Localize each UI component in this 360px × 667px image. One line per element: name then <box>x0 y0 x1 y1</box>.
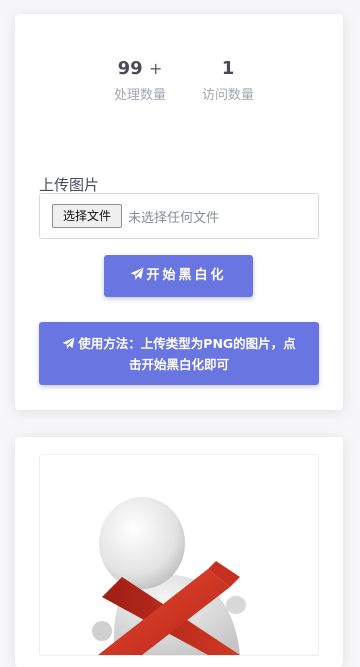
stat-processed: 99 + 处理数量 <box>100 58 180 103</box>
stats-row: 99 + 处理数量 1 访问数量 <box>15 58 343 108</box>
start-button-label: 开始黑白化 <box>146 268 227 283</box>
start-button[interactable]: 开始黑白化 <box>104 255 253 297</box>
usage-info-text: 使用方法：上传类型为PNG的图片，点击开始黑白化即可 <box>78 336 296 372</box>
converter-card: 99 + 处理数量 1 访问数量 上传图片 选择文件 未选择任何文件 开始黑白化… <box>15 14 343 410</box>
upload-label: 上传图片 <box>39 176 100 194</box>
choose-file-button[interactable]: 选择文件 <box>52 204 122 228</box>
stat-visits: 1 访问数量 <box>188 58 268 103</box>
preview-image <box>92 497 246 655</box>
preview-frame <box>39 454 319 656</box>
stat-processed-label: 处理数量 <box>113 88 166 103</box>
file-input[interactable]: 选择文件 未选择任何文件 <box>39 193 319 239</box>
stat-visits-value: 1 <box>221 58 235 79</box>
preview-card <box>15 437 343 667</box>
paper-plane-icon <box>131 267 145 280</box>
usage-info-box: 使用方法：上传类型为PNG的图片，点击开始黑白化即可 <box>39 322 319 385</box>
stat-visits-label: 访问数量 <box>201 88 254 103</box>
stat-processed-value: 99 + <box>117 58 163 79</box>
paper-plane-icon <box>62 337 75 350</box>
file-status-text: 未选择任何文件 <box>128 211 220 226</box>
